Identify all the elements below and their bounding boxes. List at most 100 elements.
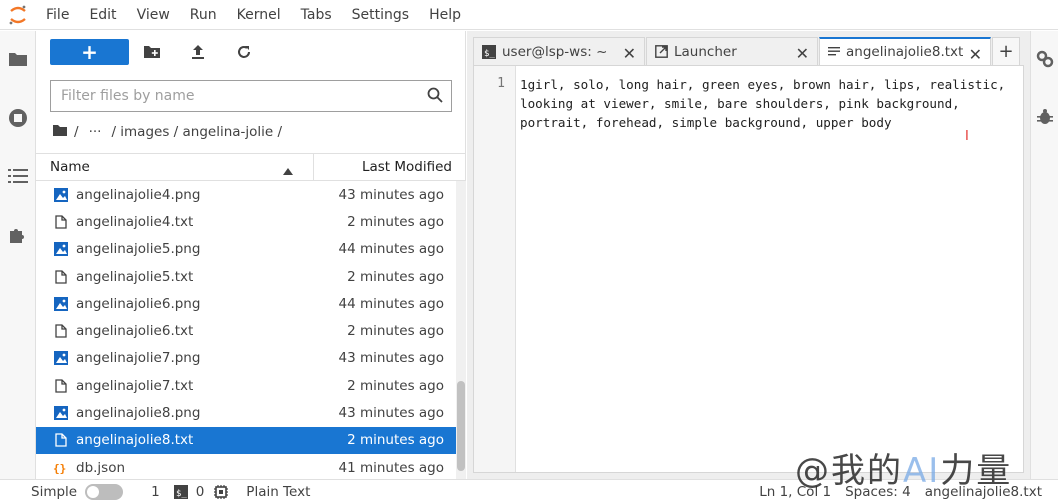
text-file-icon — [36, 324, 76, 338]
file-modified: 43 minutes ago — [338, 350, 444, 367]
menu-tabs[interactable]: Tabs — [291, 0, 342, 30]
image-file-icon — [36, 351, 76, 366]
left-activity-bar — [0, 31, 36, 479]
menu-edit[interactable]: Edit — [79, 0, 126, 30]
debugger-icon[interactable] — [1033, 105, 1057, 129]
file-row[interactable]: angelinajolie7.txt 2 minutes ago — [36, 372, 456, 399]
home-folder-icon[interactable] — [52, 124, 68, 141]
launcher-icon — [655, 45, 668, 58]
file-name: angelinajolie6.txt — [76, 323, 194, 340]
breadcrumb-path[interactable]: / images / angelina-jolie / — [111, 124, 282, 140]
breadcrumb-ellipsis[interactable]: ··· — [89, 124, 102, 140]
file-row[interactable]: angelinajolie8.png 43 minutes ago — [36, 399, 456, 426]
file-name: angelinajolie4.png — [76, 186, 201, 203]
terminal-icon: $_ — [482, 44, 496, 59]
sort-ascending-icon — [283, 163, 293, 179]
svg-text:$_: $_ — [484, 49, 495, 59]
svg-text:{}: {} — [53, 462, 66, 475]
image-file-icon — [36, 187, 76, 202]
search-icon — [427, 87, 443, 107]
file-modified: 44 minutes ago — [338, 241, 444, 258]
add-tab-button[interactable]: + — [992, 37, 1020, 65]
file-modified: 2 minutes ago — [347, 432, 444, 449]
property-inspector-icon[interactable] — [1033, 47, 1057, 71]
file-modified: 41 minutes ago — [338, 459, 444, 476]
folder-icon[interactable] — [6, 47, 30, 71]
file-name: angelinajolie4.txt — [76, 213, 194, 230]
file-row[interactable]: angelinajolie4.txt 2 minutes ago — [36, 208, 456, 235]
text-file-icon — [36, 379, 76, 393]
file-row[interactable]: angelinajolie5.txt 2 minutes ago — [36, 263, 456, 290]
column-modified-header[interactable]: Last Modified — [314, 159, 466, 175]
menu-view[interactable]: View — [127, 0, 180, 30]
file-name: db.json — [76, 459, 126, 476]
file-row[interactable]: angelinajolie8.txt 2 minutes ago — [36, 426, 456, 454]
file-type-indicator[interactable]: Plain Text — [246, 484, 310, 500]
text-editor[interactable]: 1 1girl, solo, long hair, green eyes, br… — [473, 65, 1024, 473]
kernel-count[interactable]: 0 — [196, 484, 205, 500]
menu-help[interactable]: Help — [419, 0, 471, 30]
running-kernels-icon[interactable] — [6, 106, 30, 130]
tab-label: angelinajolie8.txt — [846, 44, 964, 60]
file-filter-search — [50, 80, 452, 112]
text-file-icon — [36, 433, 76, 447]
json-file-icon: {} — [36, 461, 76, 475]
menu-run[interactable]: Run — [180, 0, 227, 30]
close-icon[interactable]: ✕ — [796, 44, 809, 63]
file-row[interactable]: angelinajolie6.png 44 minutes ago — [36, 290, 456, 317]
breadcrumb-root[interactable]: / — [74, 124, 79, 140]
file-name: angelinajolie7.txt — [76, 377, 194, 394]
text-file-icon — [828, 46, 840, 58]
menu-kernel[interactable]: Kernel — [227, 0, 291, 30]
close-icon[interactable]: ✕ — [969, 45, 982, 64]
upload-icon[interactable] — [175, 39, 221, 65]
text-cursor-icon: I — [965, 129, 969, 144]
file-modified: 43 minutes ago — [338, 186, 444, 203]
line-number: 1 — [497, 76, 505, 91]
menu-file[interactable]: File — [36, 0, 79, 30]
refresh-icon[interactable] — [221, 39, 267, 65]
tab-label: Launcher — [674, 43, 737, 60]
terminal-count[interactable]: 1 — [151, 484, 160, 500]
tab-launcher[interactable]: Launcher ✕ — [646, 37, 818, 65]
new-launcher-button[interactable]: + — [50, 39, 129, 65]
tab-bar: $_ user@lsp-ws: ~ ✕ Launcher ✕ angelinaj… — [473, 37, 1024, 65]
close-icon[interactable]: ✕ — [623, 44, 636, 63]
extension-manager-icon[interactable] — [6, 223, 30, 247]
menu-settings[interactable]: Settings — [342, 0, 419, 30]
search-input[interactable] — [51, 81, 411, 111]
file-name: angelinajolie8.png — [76, 405, 201, 422]
terminal-status-icon[interactable]: $_ — [173, 484, 188, 499]
tab-terminal[interactable]: $_ user@lsp-ws: ~ ✕ — [473, 37, 645, 65]
file-modified: 2 minutes ago — [347, 268, 444, 285]
file-row[interactable]: angelinajolie6.txt 2 minutes ago — [36, 317, 456, 344]
column-name-header[interactable]: Name — [36, 154, 314, 180]
file-name: angelinajolie7.png — [76, 350, 201, 367]
file-modified: 2 minutes ago — [347, 323, 444, 340]
file-row[interactable]: angelinajolie5.png 44 minutes ago — [36, 236, 456, 263]
right-activity-bar — [1030, 31, 1058, 479]
file-modified: 2 minutes ago — [347, 377, 444, 394]
scrollbar-thumb[interactable] — [457, 381, 465, 471]
new-folder-icon[interactable] — [129, 39, 175, 65]
kernel-status-icon[interactable] — [214, 484, 229, 499]
file-list: angelinajolie4.png 43 minutes ago angelina… — [36, 181, 456, 479]
image-file-icon — [36, 296, 76, 311]
main-dock-panel: $_ user@lsp-ws: ~ ✕ Launcher ✕ angelinaj… — [467, 31, 1030, 479]
editor-content[interactable]: 1girl, solo, long hair, green eyes, brow… — [520, 75, 1020, 132]
tab-label: user@lsp-ws: ~ — [502, 43, 608, 60]
simple-mode-toggle[interactable] — [85, 483, 124, 500]
file-row[interactable]: angelinajolie7.png 43 minutes ago — [36, 345, 456, 372]
tab-angelinajolie8-txt[interactable]: angelinajolie8.txt ✕ — [819, 37, 991, 65]
file-list-scrollbar[interactable] — [456, 181, 466, 479]
svg-text:$_: $_ — [176, 489, 187, 499]
jupyter-logo-icon — [0, 0, 36, 30]
file-row[interactable]: {} db.json 41 minutes ago — [36, 454, 456, 479]
file-row[interactable]: angelinajolie4.png 43 minutes ago — [36, 181, 456, 208]
table-of-contents-icon[interactable] — [6, 164, 30, 188]
menu-bar: File Edit View Run Kernel Tabs Settings … — [0, 0, 1058, 30]
file-browser: + / ··· / images / angelina-jolie / Name — [36, 31, 466, 479]
line-number-gutter: 1 — [474, 66, 516, 472]
watermark: @我的AI力量 — [795, 451, 1013, 491]
file-browser-toolbar: + — [50, 39, 267, 65]
